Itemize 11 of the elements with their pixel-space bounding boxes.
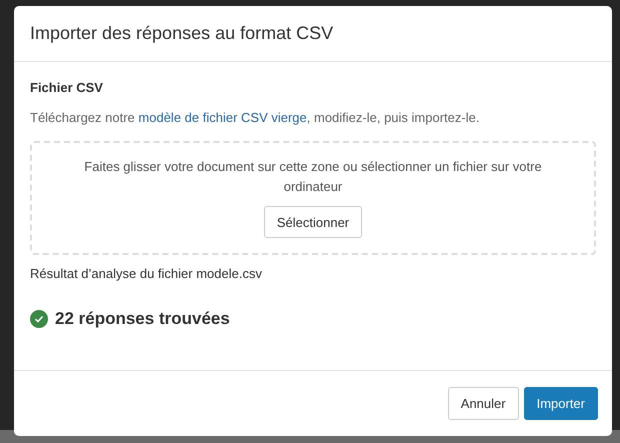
drop-zone-text: Faites glisser votre document sur cette zone ou sélectionner un fichier sur votre ordinateur — [83, 158, 543, 196]
result-text: 22 réponses trouvées — [55, 309, 230, 329]
select-button[interactable]: Sélectionner — [264, 206, 362, 238]
cancel-button[interactable]: Annuler — [448, 387, 519, 420]
dialog-title: Importer des réponses au format CSV — [30, 23, 334, 44]
drop-zone[interactable]: Faites glisser votre document sur cette zone ou sélectionner un fichier sur votre ordinateur Sélectionner — [30, 141, 596, 255]
instructions-text: Téléchargez notre modèle de fichier CSV vierge, modifiez-le, puis importez-le. — [30, 110, 480, 125]
import-button[interactable]: Importer — [524, 387, 598, 420]
section-title: Fichier CSV — [30, 80, 104, 95]
analysis-label: Résultat d’analyse du fichier modele.csv — [30, 266, 263, 281]
template-link[interactable]: modèle de fichier CSV vierge — [138, 110, 307, 125]
